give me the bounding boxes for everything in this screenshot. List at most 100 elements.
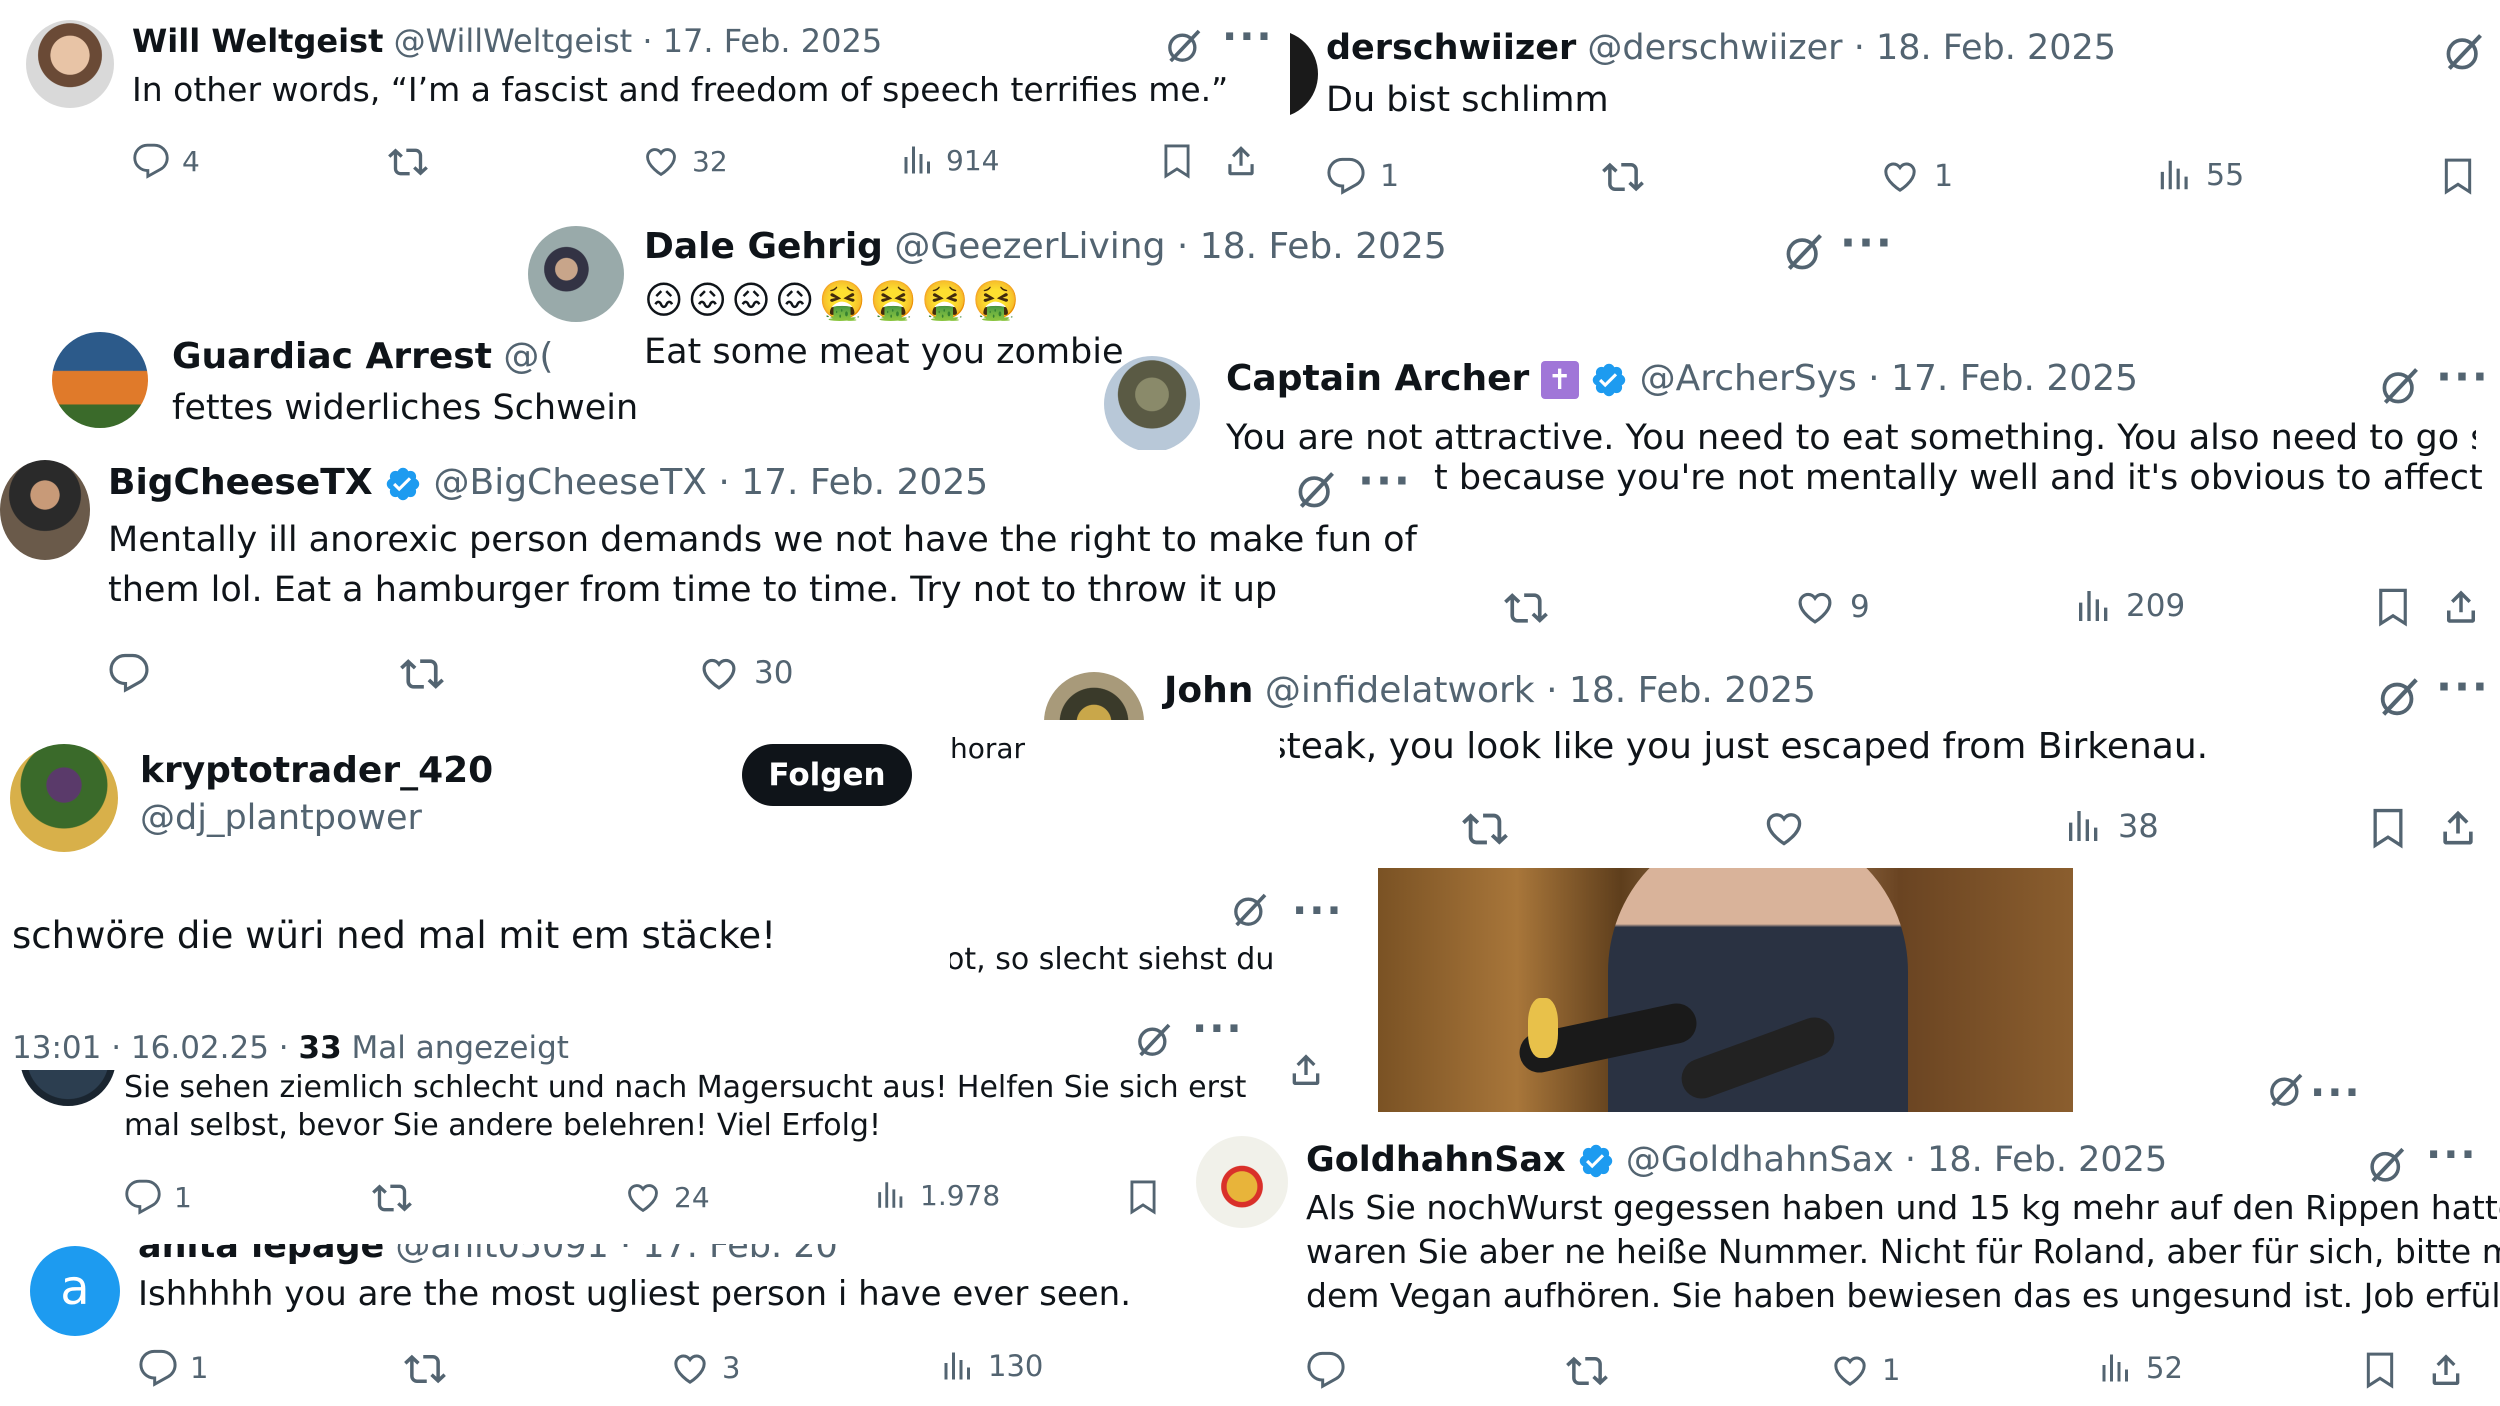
reply-button[interactable] [108,652,150,694]
author-name[interactable]: Captain Archer [1226,358,1529,399]
views-button[interactable] [994,652,1014,692]
retweet-button[interactable] [1602,156,1644,198]
author-name[interactable]: derschwiizer [1326,28,1576,68]
author-handle[interactable]: @dj_plantpower [140,798,422,838]
views-button[interactable]: 55 [2156,156,2244,194]
author-handle[interactable]: @GoldhahnSax [1626,1140,1894,1180]
author-handle[interactable]: @ArcherSys [1640,358,1857,399]
like-button[interactable]: 32 [642,142,728,180]
more-icon[interactable]: ··· [2436,352,2490,401]
like-button[interactable] [1762,806,1806,850]
grok-icon[interactable] [1782,230,1826,274]
author-handle[interactable]: @anit05091 [395,1244,608,1266]
author-handle[interactable]: @derschwiizer [1587,28,1842,68]
grok-icon[interactable] [2378,364,2422,408]
views-button[interactable]: 52 [2098,1350,2183,1386]
avatar[interactable] [1196,1136,1288,1228]
retweet-button[interactable] [400,652,444,696]
grok-icon[interactable] [2366,1144,2408,1186]
author-handle[interactable]: @( [503,336,553,377]
like-button[interactable]: 9 [1794,586,1870,628]
like-button[interactable]: 24 [624,1178,710,1216]
post-date[interactable]: · 17. Feb. 2025 [620,1244,838,1266]
avatar[interactable] [1104,356,1200,452]
avatar[interactable] [10,744,118,852]
retweet-button[interactable] [388,142,428,182]
tweet-kryptotrader[interactable]: kryptotrader_420 @dj_plantpower Folgen s… [0,720,950,1070]
author-name[interactable]: Dale Gehrig [644,226,883,267]
more-icon[interactable]: ··· [1840,220,1894,267]
share-button[interactable] [1222,142,1260,180]
share-button[interactable] [2426,1350,2466,1390]
bookmark-button[interactable] [2360,1350,2400,1390]
grok-icon[interactable] [2376,674,2422,720]
bookmark-button[interactable] [1158,142,1196,180]
like-button[interactable]: 1 [1880,156,1953,196]
avatar[interactable] [528,226,624,322]
tweet-anita-lepage[interactable]: anita lepage @anit05091 · 17. Feb. 2025 … [0,1244,1230,1406]
more-icon[interactable]: ··· [1222,14,1274,60]
views-button[interactable]: 38 [2064,806,2159,846]
like-button[interactable]: 1 [1830,1350,1900,1390]
like-button[interactable]: 30 [698,652,793,694]
author-handle[interactable]: @infidelatwork [1265,670,1535,711]
post-date[interactable]: · 17. Feb. 2025 [718,462,988,503]
views-button[interactable]: 209 [2074,586,2185,626]
bookmark-button[interactable] [2366,806,2410,850]
tweet-fragment[interactable]: horar ot, so slecht siehst du [940,720,1280,1010]
retweet-button[interactable] [1462,806,1508,852]
author-handle[interactable]: @GeezerLiving [894,226,1165,267]
more-icon[interactable]: ··· [1292,888,1344,934]
photo[interactable] [1378,868,2073,1112]
grok-icon[interactable] [2266,1070,2306,1110]
tweet-will-weltgeist[interactable]: Will Weltgeist @WillWeltgeist · 17. Feb.… [0,0,1290,200]
grok-icon[interactable] [1294,468,1338,512]
more-icon[interactable]: ··· [1192,1006,1244,1052]
share-button[interactable] [2440,586,2482,628]
avatar[interactable] [26,20,114,108]
reply-button[interactable]: 4 [132,142,200,180]
author-name[interactable]: GoldhahnSax [1306,1140,1566,1180]
tweet-goldhahnsax[interactable]: GoldhahnSax @GoldhahnSax · 18. Feb. 2025… [1190,1128,2500,1406]
tweet-derschwiizer[interactable]: derschwiizer @derschwiizer · 18. Feb. 20… [1290,0,2500,220]
views-button[interactable]: 130 [940,1348,1043,1384]
reply-button[interactable] [1306,1350,1346,1390]
reply-button[interactable]: 1 [124,1178,192,1216]
post-date[interactable]: · 18. Feb. 2025 [1177,226,1447,267]
author-name[interactable]: kryptotrader_420 [140,750,493,791]
post-date[interactable]: · 17. Feb. 2025 [642,22,882,60]
views-button[interactable]: 914 [900,142,999,178]
reply-button[interactable]: 1 [1326,156,1399,196]
tweet-guardiac-arrest[interactable]: Guardiac Arrest @( fettes widerliches Sc… [40,330,640,440]
post-date[interactable]: · 18. Feb. 2025 [1854,28,2116,68]
retweet-button[interactable] [404,1348,446,1390]
bookmark-button[interactable] [2438,156,2478,196]
more-icon[interactable]: ··· [2310,1070,2362,1116]
retweet-button[interactable] [1566,1350,1608,1392]
reply-button[interactable]: 1 [138,1348,208,1388]
avatar[interactable] [52,332,148,428]
bookmark-button[interactable] [1124,1178,1162,1216]
more-icon[interactable]: ··· [2436,662,2490,711]
more-icon[interactable]: ··· [2426,1132,2478,1178]
retweet-button[interactable] [372,1178,412,1218]
grok-icon[interactable] [1134,1020,1174,1060]
author-name[interactable]: Guardiac Arrest [172,336,492,377]
grok-icon[interactable] [1230,890,1270,930]
author-handle[interactable]: @WillWeltgeist [394,22,633,60]
author-name[interactable]: anita lepage [138,1244,384,1266]
avatar[interactable]: a [30,1246,120,1336]
tweet-sie-sehen[interactable]: Sie sehen ziemlich schlecht und nach Mag… [0,1070,1270,1240]
bookmark-button[interactable] [2372,586,2414,628]
author-name[interactable]: John [1164,670,1253,711]
post-date[interactable]: · 18. Feb. 2025 [1546,670,1816,711]
avatar[interactable] [0,460,90,560]
more-icon[interactable]: ··· [1358,456,1412,505]
follow-button[interactable]: Folgen [742,744,912,806]
post-date[interactable]: · 17. Feb. 2025 [1868,358,2138,399]
grok-icon[interactable] [2442,30,2486,74]
author-handle[interactable]: @BigCheeseTX [434,462,707,503]
author-name[interactable]: Will Weltgeist [132,22,383,60]
avatar[interactable] [20,1070,116,1106]
author-name[interactable]: BigCheeseTX [108,462,373,503]
